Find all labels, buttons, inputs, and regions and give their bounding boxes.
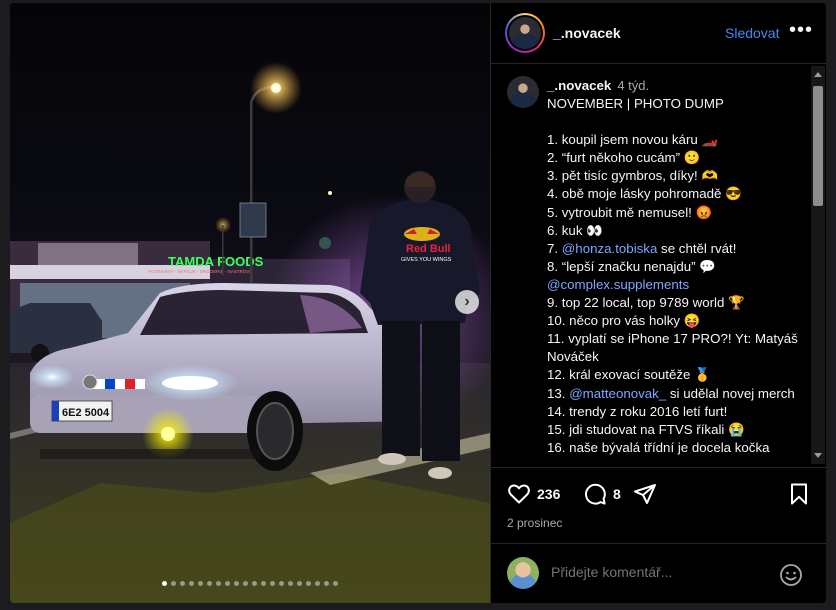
- carousel-dot[interactable]: [270, 581, 275, 586]
- caption-line: 2. “furt někoho cucám” 🙂: [547, 150, 701, 166]
- caption-line: 11. vyplatí se iPhone 17 PRO?! Yt: Matyá…: [547, 331, 798, 365]
- carousel-dot[interactable]: [207, 581, 212, 586]
- caption-line: 15. jdi studovat na FTVS říkali 😭: [547, 421, 745, 437]
- like-button[interactable]: 236: [507, 482, 560, 506]
- caption-line: 6. kuk 👀: [547, 222, 603, 238]
- carousel-dot[interactable]: [315, 581, 320, 586]
- caption-line: 4. obě moje lásky pohromadě 😎: [547, 186, 742, 202]
- comment-count: 8: [613, 486, 621, 502]
- caption-line: 16. naše bývalá třídní je docela kočka: [547, 439, 770, 455]
- caption-line-prefix: 7.: [547, 240, 562, 256]
- carousel-dot[interactable]: [171, 581, 176, 586]
- photo-scene: TAMDA FOODS POTRAVINY · NÁPOJE · DROGERI…: [10, 62, 490, 603]
- carousel-dot[interactable]: [333, 581, 338, 586]
- like-count: 236: [537, 486, 561, 502]
- carousel-dot[interactable]: [234, 581, 239, 586]
- caption-line-prefix: 13.: [547, 385, 570, 401]
- avatar-image: [509, 17, 541, 49]
- carousel-dot[interactable]: [261, 581, 266, 586]
- more-options-icon[interactable]: •••: [789, 19, 813, 42]
- hoodie-brand: Red Bull: [406, 243, 451, 255]
- carousel-dot[interactable]: [306, 581, 311, 586]
- scroll-thumb[interactable]: [813, 86, 823, 206]
- comment-input[interactable]: [551, 564, 751, 580]
- carousel-dot[interactable]: [225, 581, 230, 586]
- paper-plane-icon: [634, 484, 656, 504]
- user-mention-link[interactable]: @complex.supplements: [547, 277, 689, 292]
- hoodie-tagline: GIVES YOU WINGS: [401, 257, 452, 263]
- caption-line: 1. koupil jsem novou káru 🏎️: [547, 132, 719, 148]
- comment-composer: [491, 543, 826, 603]
- follow-button[interactable]: Sledovat: [725, 25, 779, 41]
- share-button[interactable]: [633, 482, 657, 506]
- heart-icon: [508, 484, 530, 504]
- caption-line: 14. trendy z roku 2016 letí furt!: [547, 403, 728, 419]
- carousel-dot[interactable]: [198, 581, 203, 586]
- post-sidebar: _.novacek Sledovat ••• _.novacek 4 týd. N…: [490, 3, 826, 603]
- bookmark-icon: [791, 483, 807, 505]
- store-sign: TAMDA FOODS: [168, 254, 264, 269]
- emoji-icon[interactable]: [779, 563, 803, 587]
- caption-line-text: si udělal novej merch: [666, 385, 795, 401]
- carousel-next-button[interactable]: ›: [455, 290, 479, 314]
- caption-line-text: se chtěl rvát!: [657, 240, 737, 256]
- current-user-avatar: [507, 557, 539, 589]
- comment-icon: [585, 483, 606, 505]
- caption-line: 9. top 22 local, top 9789 world 🏆: [547, 295, 745, 311]
- caption-author-avatar[interactable]: [507, 76, 539, 108]
- caption-line: 3. pět tisíc gymbros, díky! 🫶: [547, 168, 719, 184]
- caption-scroll-area[interactable]: _.novacek 4 týd. NOVEMBER | PHOTO DUMP 1.…: [491, 64, 826, 467]
- author-avatar[interactable]: [505, 13, 545, 53]
- carousel-dot[interactable]: [189, 581, 194, 586]
- license-plate: 6E2 5004: [62, 407, 110, 419]
- carousel-dot[interactable]: [162, 581, 167, 586]
- carousel-dot[interactable]: [216, 581, 221, 586]
- caption-scrollbar[interactable]: [811, 66, 825, 464]
- user-mention-link[interactable]: @matteonovak_: [569, 386, 666, 401]
- caption-list: 1. koupil jsem novou káru 🏎️ 2. “furt něk…: [547, 131, 807, 457]
- carousel-indicator: [10, 581, 490, 586]
- carousel-dot[interactable]: [324, 581, 329, 586]
- caption-line: 7. @honza.tobiska se chtěl rvát!: [547, 240, 807, 258]
- save-button[interactable]: [787, 482, 811, 506]
- post-header: _.novacek Sledovat •••: [491, 3, 826, 64]
- carousel-dot[interactable]: [252, 581, 257, 586]
- caption-line: 10. něco pro vás holky 😝: [547, 313, 701, 329]
- caption-timestamp[interactable]: 4 týd.: [617, 78, 649, 93]
- carousel-dot[interactable]: [243, 581, 248, 586]
- comment-button[interactable]: 8: [583, 482, 621, 506]
- post-dialog: TAMDA FOODS POTRAVINY · NÁPOJE · DROGERI…: [10, 3, 826, 603]
- caption-line: 12. král exovací soutěže 🥇: [547, 367, 711, 383]
- carousel-dot[interactable]: [297, 581, 302, 586]
- caption: _.novacek 4 týd. NOVEMBER | PHOTO DUMP 1.…: [547, 77, 807, 457]
- store-subsign: POTRAVINY · NÁPOJE · DROGERIE · NASTROVÍ: [148, 268, 251, 274]
- post-date[interactable]: 2 prosinec: [507, 516, 562, 530]
- caption-line: 5. vytroubit mě nemusel! 😡: [547, 204, 713, 220]
- post-photo: TAMDA FOODS POTRAVINY · NÁPOJE · DROGERI…: [10, 3, 490, 603]
- carousel-dot[interactable]: [279, 581, 284, 586]
- scroll-down-arrow[interactable]: [814, 453, 822, 458]
- caption-title: NOVEMBER | PHOTO DUMP: [547, 96, 724, 112]
- scroll-up-arrow[interactable]: [814, 72, 822, 77]
- caption-line: 13. @matteonovak_ si udělal novej merch: [547, 385, 807, 403]
- carousel-dot[interactable]: [288, 581, 293, 586]
- caption-username[interactable]: _.novacek: [547, 78, 611, 93]
- caption-line: 8. “lepší značku nenajdu” 💬: [547, 258, 716, 274]
- user-mention-link[interactable]: @honza.tobiska: [562, 241, 658, 256]
- caption-line: @complex.supplements: [547, 276, 807, 294]
- author-username[interactable]: _.novacek: [553, 25, 621, 41]
- carousel-dot[interactable]: [180, 581, 185, 586]
